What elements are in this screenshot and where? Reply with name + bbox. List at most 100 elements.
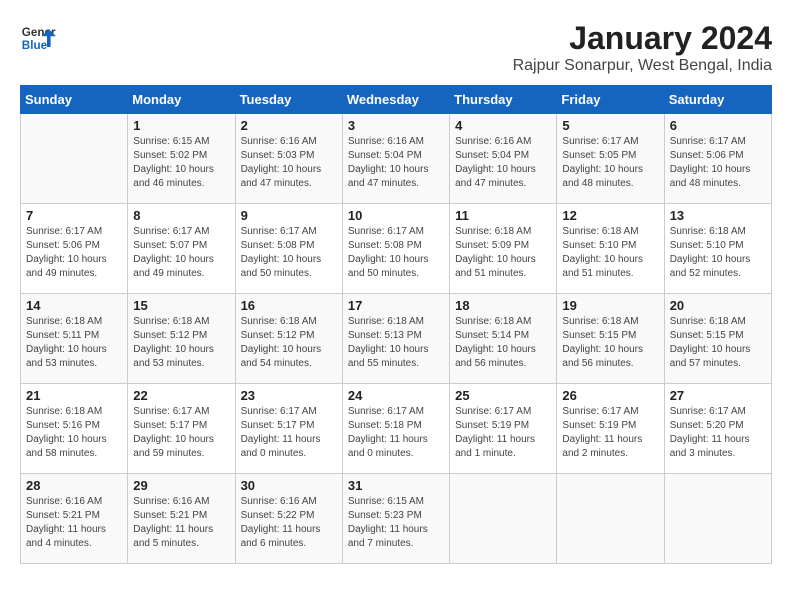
day-number: 13 xyxy=(670,208,766,223)
day-number: 17 xyxy=(348,298,444,313)
day-cell: 31 Sunrise: 6:15 AM Sunset: 5:23 PM Dayli… xyxy=(342,474,449,564)
day-info: Sunrise: 6:18 AM Sunset: 5:11 PM Dayligh… xyxy=(26,315,122,371)
day-info: Sunrise: 6:16 AM Sunset: 5:22 PM Dayligh… xyxy=(241,495,337,551)
day-cell: 26Sunrise: 6:17 AM Sunset: 5:19 PM Dayli… xyxy=(557,384,664,474)
day-number: 26 xyxy=(562,388,658,403)
day-number: 1 xyxy=(133,118,229,133)
day-info: Sunrise: 6:18 AM Sunset: 5:13 PM Dayligh… xyxy=(348,315,444,371)
day-cell: 11 Sunrise: 6:18 AM Sunset: 5:09 PM Dayli… xyxy=(450,204,557,294)
day-number: 15 xyxy=(133,298,229,313)
day-info: Sunrise: 6:17 AM Sunset: 5:08 PM Dayligh… xyxy=(348,225,444,281)
day-info: Sunrise: 6:18 AM Sunset: 5:12 PM Dayligh… xyxy=(241,315,337,371)
day-number: 10 xyxy=(348,208,444,223)
day-info: Sunrise: 6:18 AM Sunset: 5:10 PM Dayligh… xyxy=(670,225,766,281)
week-row-5: 28 Sunrise: 6:16 AM Sunset: 5:21 PM Dayli… xyxy=(21,474,772,564)
day-number: 31 xyxy=(348,478,444,493)
day-info: Sunrise: 6:15 AM Sunset: 5:02 PM Dayligh… xyxy=(133,135,229,191)
day-cell: 15 Sunrise: 6:18 AM Sunset: 5:12 PM Dayli… xyxy=(128,294,235,384)
day-info: Sunrise: 6:16 AM Sunset: 5:04 PM Dayligh… xyxy=(455,135,551,191)
day-info: Sunrise: 6:17 AM Sunset: 5:20 PM Dayligh… xyxy=(670,405,766,461)
day-number: 7 xyxy=(26,208,122,223)
calendar-subtitle: Rajpur Sonarpur, West Bengal, India xyxy=(513,57,772,75)
calendar-title: January 2024 xyxy=(513,20,772,57)
day-number: 11 xyxy=(455,208,551,223)
day-info: Sunrise: 6:18 AM Sunset: 5:16 PM Dayligh… xyxy=(26,405,122,461)
day-info: Sunrise: 6:16 AM Sunset: 5:21 PM Dayligh… xyxy=(26,495,122,551)
day-cell: 30 Sunrise: 6:16 AM Sunset: 5:22 PM Dayli… xyxy=(235,474,342,564)
day-number: 30 xyxy=(241,478,337,493)
day-info: Sunrise: 6:16 AM Sunset: 5:21 PM Dayligh… xyxy=(133,495,229,551)
day-cell: 8Sunrise: 6:17 AM Sunset: 5:07 PM Daylig… xyxy=(128,204,235,294)
day-info: Sunrise: 6:17 AM Sunset: 5:07 PM Dayligh… xyxy=(133,225,229,281)
day-cell: 7 Sunrise: 6:17 AM Sunset: 5:06 PM Daylig… xyxy=(21,204,128,294)
day-number: 3 xyxy=(348,118,444,133)
page-header: General Blue January 2024 Rajpur Sonarpu… xyxy=(20,20,772,75)
day-number: 2 xyxy=(241,118,337,133)
day-cell: 25 Sunrise: 6:17 AM Sunset: 5:19 PM Dayli… xyxy=(450,384,557,474)
title-block: January 2024 Rajpur Sonarpur, West Benga… xyxy=(513,20,772,75)
column-header-wednesday: Wednesday xyxy=(342,86,449,114)
day-number: 16 xyxy=(241,298,337,313)
day-number: 19 xyxy=(562,298,658,313)
week-row-2: 7 Sunrise: 6:17 AM Sunset: 5:06 PM Daylig… xyxy=(21,204,772,294)
svg-text:Blue: Blue xyxy=(22,39,48,52)
day-info: Sunrise: 6:17 AM Sunset: 5:08 PM Dayligh… xyxy=(241,225,337,281)
day-number: 21 xyxy=(26,388,122,403)
day-number: 22 xyxy=(133,388,229,403)
day-cell: 27 Sunrise: 6:17 AM Sunset: 5:20 PM Dayli… xyxy=(664,384,771,474)
day-cell: 29 Sunrise: 6:16 AM Sunset: 5:21 PM Dayli… xyxy=(128,474,235,564)
day-cell: 14Sunrise: 6:18 AM Sunset: 5:11 PM Dayli… xyxy=(21,294,128,384)
week-row-1: 1 Sunrise: 6:15 AM Sunset: 5:02 PM Daylig… xyxy=(21,114,772,204)
day-info: Sunrise: 6:18 AM Sunset: 5:14 PM Dayligh… xyxy=(455,315,551,371)
day-cell: 20Sunrise: 6:18 AM Sunset: 5:15 PM Dayli… xyxy=(664,294,771,384)
week-row-4: 21 Sunrise: 6:18 AM Sunset: 5:16 PM Dayli… xyxy=(21,384,772,474)
day-cell xyxy=(557,474,664,564)
day-info: Sunrise: 6:17 AM Sunset: 5:19 PM Dayligh… xyxy=(455,405,551,461)
day-cell: 24 Sunrise: 6:17 AM Sunset: 5:18 PM Dayli… xyxy=(342,384,449,474)
day-cell: 1 Sunrise: 6:15 AM Sunset: 5:02 PM Daylig… xyxy=(128,114,235,204)
day-number: 24 xyxy=(348,388,444,403)
day-cell xyxy=(450,474,557,564)
day-cell: 23 Sunrise: 6:17 AM Sunset: 5:17 PM Dayli… xyxy=(235,384,342,474)
day-number: 23 xyxy=(241,388,337,403)
day-info: Sunrise: 6:17 AM Sunset: 5:18 PM Dayligh… xyxy=(348,405,444,461)
day-number: 27 xyxy=(670,388,766,403)
day-cell: 19Sunrise: 6:18 AM Sunset: 5:15 PM Dayli… xyxy=(557,294,664,384)
day-number: 29 xyxy=(133,478,229,493)
day-cell: 18 Sunrise: 6:18 AM Sunset: 5:14 PM Dayli… xyxy=(450,294,557,384)
day-cell: 28 Sunrise: 6:16 AM Sunset: 5:21 PM Dayli… xyxy=(21,474,128,564)
day-cell: 16 Sunrise: 6:18 AM Sunset: 5:12 PM Dayli… xyxy=(235,294,342,384)
day-info: Sunrise: 6:17 AM Sunset: 5:17 PM Dayligh… xyxy=(241,405,337,461)
day-cell: 13 Sunrise: 6:18 AM Sunset: 5:10 PM Dayli… xyxy=(664,204,771,294)
day-cell: 5Sunrise: 6:17 AM Sunset: 5:05 PM Daylig… xyxy=(557,114,664,204)
logo-icon: General Blue xyxy=(20,20,56,56)
day-info: Sunrise: 6:15 AM Sunset: 5:23 PM Dayligh… xyxy=(348,495,444,551)
day-cell xyxy=(21,114,128,204)
day-cell: 9Sunrise: 6:17 AM Sunset: 5:08 PM Daylig… xyxy=(235,204,342,294)
day-number: 28 xyxy=(26,478,122,493)
day-cell: 10 Sunrise: 6:17 AM Sunset: 5:08 PM Dayli… xyxy=(342,204,449,294)
day-number: 20 xyxy=(670,298,766,313)
calendar-table: SundayMondayTuesdayWednesdayThursdayFrid… xyxy=(20,85,772,564)
day-info: Sunrise: 6:16 AM Sunset: 5:03 PM Dayligh… xyxy=(241,135,337,191)
day-cell: 4 Sunrise: 6:16 AM Sunset: 5:04 PM Daylig… xyxy=(450,114,557,204)
day-info: Sunrise: 6:17 AM Sunset: 5:06 PM Dayligh… xyxy=(26,225,122,281)
logo: General Blue xyxy=(20,20,56,56)
day-number: 25 xyxy=(455,388,551,403)
week-row-3: 14Sunrise: 6:18 AM Sunset: 5:11 PM Dayli… xyxy=(21,294,772,384)
day-info: Sunrise: 6:18 AM Sunset: 5:10 PM Dayligh… xyxy=(562,225,658,281)
day-cell: 2 Sunrise: 6:16 AM Sunset: 5:03 PM Daylig… xyxy=(235,114,342,204)
column-header-friday: Friday xyxy=(557,86,664,114)
day-info: Sunrise: 6:18 AM Sunset: 5:12 PM Dayligh… xyxy=(133,315,229,371)
day-info: Sunrise: 6:18 AM Sunset: 5:09 PM Dayligh… xyxy=(455,225,551,281)
column-header-thursday: Thursday xyxy=(450,86,557,114)
day-number: 12 xyxy=(562,208,658,223)
column-header-sunday: Sunday xyxy=(21,86,128,114)
column-header-saturday: Saturday xyxy=(664,86,771,114)
day-cell: 17 Sunrise: 6:18 AM Sunset: 5:13 PM Dayli… xyxy=(342,294,449,384)
header-row: SundayMondayTuesdayWednesdayThursdayFrid… xyxy=(21,86,772,114)
day-number: 18 xyxy=(455,298,551,313)
day-cell: 12 Sunrise: 6:18 AM Sunset: 5:10 PM Dayli… xyxy=(557,204,664,294)
day-info: Sunrise: 6:17 AM Sunset: 5:05 PM Dayligh… xyxy=(562,135,658,191)
day-number: 4 xyxy=(455,118,551,133)
